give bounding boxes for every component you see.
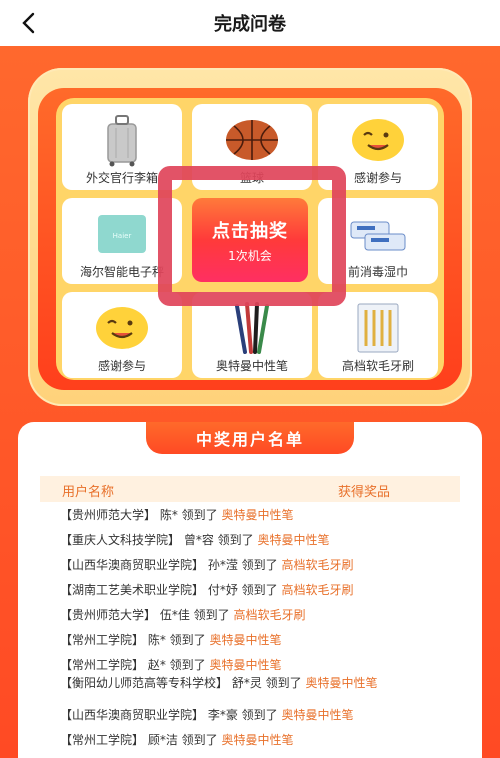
winner-row: 【山西华澳商贸职业学院】 孙*滢 领到了 高档软毛牙刷	[60, 556, 354, 573]
winner-prize: 奥特曼中性笔	[305, 676, 378, 690]
winner-user: 【常州工学院】 陈*	[60, 633, 166, 647]
page-title: 完成问卷	[214, 14, 286, 35]
winner-row: 【衡阳幼儿师范高等专科学校】 舒*灵 领到了 奥特曼中性笔	[60, 676, 460, 691]
winner-verb: 领到了	[241, 558, 278, 572]
winner-row: 【常州工学院】 陈* 领到了 奥特曼中性笔	[60, 631, 282, 648]
winner-verb: 领到了	[169, 658, 206, 672]
winner-verb: 领到了	[241, 583, 278, 597]
winner-verb: 领到了	[241, 708, 278, 722]
winner-prize: 奥特曼中性笔	[221, 733, 294, 747]
winner-verb: 领到了	[181, 733, 218, 747]
prize-name: 感谢参与	[97, 359, 146, 373]
suitcase-icon	[62, 110, 182, 170]
column-user: 用户名称	[62, 485, 115, 500]
winner-prize: 高档软毛牙刷	[281, 558, 354, 572]
winners-title-tab: 中奖用户名单	[146, 422, 354, 454]
winner-prize: 奥特曼中性笔	[209, 658, 282, 672]
winner-user: 【山西华澳商贸职业学院】 孙*滢	[60, 558, 238, 572]
winner-verb: 领到了	[181, 508, 218, 522]
winner-verb: 领到了	[265, 676, 302, 690]
smiley-icon	[318, 110, 438, 170]
winner-verb: 领到了	[217, 533, 254, 547]
column-prize: 获得奖品	[338, 485, 391, 500]
winner-user: 【常州工学院】 赵*	[60, 658, 166, 672]
winner-prize: 奥特曼中性笔	[257, 533, 330, 547]
winner-prize: 奥特曼中性笔	[281, 708, 354, 722]
prize-name: 高档软毛牙刷	[341, 359, 414, 373]
svg-text:Haier: Haier	[113, 232, 132, 240]
winner-row: 【贵州师范大学】 陈* 领到了 奥特曼中性笔	[60, 506, 294, 523]
winner-user: 【衡阳幼儿师范高等专科学校】 舒*灵	[60, 676, 262, 690]
winners-title: 中奖用户名单	[195, 430, 304, 449]
winner-user: 【山西华澳商贸职业学院】 李*豪	[60, 708, 238, 722]
top-bar: 完成问卷	[0, 0, 500, 46]
winner-user: 【湖南工艺美术职业学院】 付*妤	[60, 583, 238, 597]
winner-user: 【贵州师范大学】 伍*佳	[60, 608, 190, 622]
winners-column-header: 用户名称 获得奖品	[40, 476, 460, 502]
winner-row: 【常州工学院】 赵* 领到了 奥特曼中性笔	[60, 656, 282, 673]
smiley-icon	[62, 298, 182, 358]
highlight-frame	[158, 166, 346, 306]
winner-prize: 高档软毛牙刷	[233, 608, 306, 622]
prize-name: 奥特曼中性笔	[215, 359, 288, 373]
basketball-icon	[192, 110, 312, 170]
winner-row: 【贵州师范大学】 伍*佳 领到了 高档软毛牙刷	[60, 606, 306, 623]
winner-user: 【贵州师范大学】 陈*	[60, 508, 178, 522]
winner-user: 【重庆人文科技学院】 曾*容	[60, 533, 214, 547]
winner-prize: 高档软毛牙刷	[281, 583, 354, 597]
winner-prize: 奥特曼中性笔	[209, 633, 282, 647]
winner-row: 【山西华澳商贸职业学院】 李*豪 领到了 奥特曼中性笔	[60, 706, 354, 723]
winner-row: 【常州工学院】 顾*洁 领到了 奥特曼中性笔	[60, 731, 294, 748]
pen-icon	[192, 298, 312, 358]
toothbrush-icon	[318, 298, 438, 358]
winner-verb: 领到了	[193, 608, 230, 622]
winner-verb: 领到了	[169, 633, 206, 647]
winner-row: 【湖南工艺美术职业学院】 付*妤 领到了 高档软毛牙刷	[60, 581, 354, 598]
winner-prize: 奥特曼中性笔	[221, 508, 294, 522]
winner-row: 【重庆人文科技学院】 曾*容 领到了 奥特曼中性笔	[60, 531, 330, 548]
winner-user: 【常州工学院】 顾*洁	[60, 733, 178, 747]
